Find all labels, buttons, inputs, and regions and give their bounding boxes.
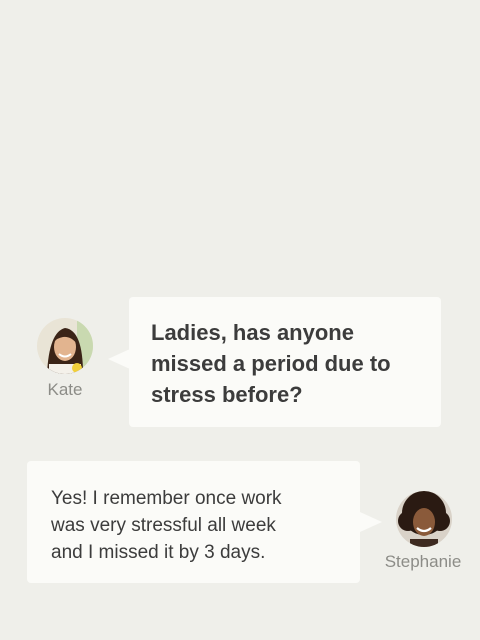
message-text-stephanie: Yes! I remember once work was very stres… <box>51 488 282 563</box>
avatar-kate[interactable] <box>37 318 93 374</box>
bubble-tail-kate <box>108 349 130 369</box>
message-text-kate: Ladies, has anyone missed a period due t… <box>151 320 391 407</box>
chat-thread: Kate Ladies, has anyone missed a period … <box>0 0 480 640</box>
message-bubble-stephanie[interactable]: Yes! I remember once work was very stres… <box>27 461 360 583</box>
sender-name-kate: Kate <box>47 380 83 399</box>
sender-name-stephanie: Stephanie <box>384 552 462 571</box>
avatar-kate-image <box>37 318 93 374</box>
avatar-stephanie-image <box>396 491 452 547</box>
bubble-tail-stephanie <box>360 512 382 532</box>
message-bubble-kate[interactable]: Ladies, has anyone missed a period due t… <box>129 297 441 427</box>
avatar-stephanie[interactable] <box>396 491 452 547</box>
